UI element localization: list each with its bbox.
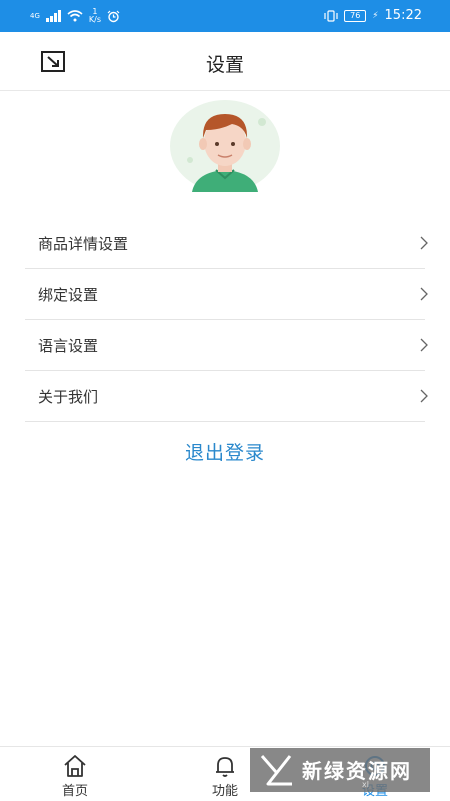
status-right: 76 ⚡ 15:22: [324, 8, 422, 23]
watermark: 新绿资源网 xl: [250, 748, 430, 792]
menu-item-about[interactable]: 关于我们: [25, 371, 428, 422]
menu-item-language[interactable]: 语言设置: [25, 320, 428, 371]
header: 设置: [0, 32, 450, 91]
chevron-right-icon: [420, 389, 428, 403]
chevron-right-icon: [420, 338, 428, 352]
battery-icon: 76: [344, 9, 367, 22]
signal-icon: [45, 10, 61, 22]
chevron-right-icon: [420, 236, 428, 250]
charging-icon: ⚡: [372, 10, 379, 21]
avatar[interactable]: [170, 100, 280, 192]
home-icon: [64, 755, 86, 777]
settings-menu: 商品详情设置 绑定设置 语言设置 关于我们: [25, 218, 428, 422]
network-speed: 1 K/s: [89, 8, 101, 24]
tab-label: 首页: [61, 784, 88, 799]
bell-icon: [216, 757, 234, 777]
menu-item-product-details[interactable]: 商品详情设置: [25, 218, 428, 269]
tab-home[interactable]: 首页: [30, 747, 120, 801]
menu-item-binding[interactable]: 绑定设置: [25, 269, 428, 320]
page-title: 设置: [205, 54, 244, 76]
battery-level: 76: [350, 10, 361, 20]
alarm-icon: [107, 10, 120, 22]
watermark-sub: xl: [362, 780, 369, 789]
watermark-logo-icon: [260, 755, 292, 786]
wifi-icon: [67, 10, 83, 22]
speed-unit: K/s: [88, 15, 101, 24]
menu-item-label: 商品详情设置: [38, 234, 129, 253]
status-left: 4G 1 K/s: [30, 8, 120, 24]
chevron-right-icon: [420, 287, 428, 301]
menu-item-label: 语言设置: [38, 336, 99, 355]
menu-item-label: 绑定设置: [38, 285, 99, 304]
status-bar: 4G 1 K/s 76 ⚡ 15:22: [0, 0, 450, 32]
watermark-text: 新绿资源网: [302, 759, 412, 783]
clock: 15:22: [384, 8, 422, 23]
vibrate-icon: [324, 9, 338, 22]
logout-button[interactable]: 退出登录: [0, 438, 450, 465]
signal-label: 4G: [30, 12, 40, 20]
menu-item-label: 关于我们: [38, 387, 99, 406]
